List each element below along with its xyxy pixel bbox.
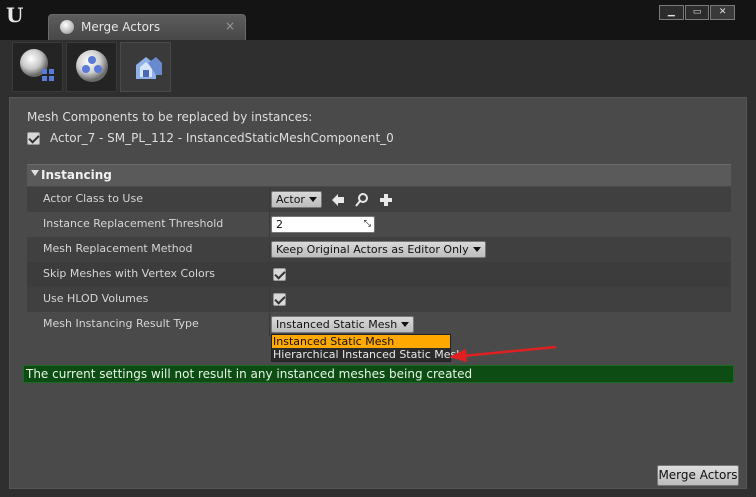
- chevron-down-icon: [472, 247, 481, 252]
- prop-label: Skip Meshes with Vertex Colors: [43, 267, 215, 280]
- merge-mesh-mode-icon: [20, 49, 54, 81]
- browse-search-icon[interactable]: [354, 192, 370, 208]
- dropdown-option-instanced[interactable]: Instanced Static Mesh: [272, 335, 450, 348]
- prop-label: Mesh Replacement Method: [43, 242, 193, 255]
- prop-row-actor-class: Actor Class to Use Actor: [27, 187, 731, 212]
- instancing-mode-icon: [136, 57, 162, 79]
- close-button[interactable]: ✕: [710, 5, 736, 20]
- combo-value: Instanced Static Mesh: [276, 318, 398, 331]
- component-checkbox[interactable]: [27, 131, 40, 145]
- title-bar: U Merge Actors × ▁ ▭ ✕: [0, 0, 756, 41]
- proxy-mesh-mode-icon: [76, 50, 108, 82]
- skip-vertex-colors-checkbox[interactable]: [273, 268, 286, 281]
- add-plus-icon[interactable]: [378, 192, 394, 208]
- merge-actors-tab-icon: [60, 20, 74, 34]
- window-controls: ▁ ▭ ✕: [659, 5, 736, 20]
- result-type-combo[interactable]: Instanced Static Mesh: [271, 316, 415, 333]
- column-divider[interactable]: [269, 237, 270, 262]
- chevron-down-icon: [401, 322, 410, 327]
- maximize-button[interactable]: ▭: [684, 5, 710, 20]
- column-divider[interactable]: [269, 187, 270, 212]
- threshold-input[interactable]: 2 ⤡: [271, 216, 375, 233]
- column-divider[interactable]: [269, 287, 270, 312]
- merge-actors-window: Mesh Components to be replaced by instan…: [0, 40, 756, 497]
- mode-tab-instancing[interactable]: [120, 42, 171, 92]
- components-heading: Mesh Components to be replaced by instan…: [27, 110, 313, 124]
- tab-merge-actors[interactable]: Merge Actors ×: [48, 14, 246, 41]
- column-divider[interactable]: [269, 262, 270, 287]
- resize-arrows-icon: ⤡: [363, 219, 371, 229]
- chevron-down-icon: [308, 197, 317, 202]
- prop-row-skip-vertex-colors: Skip Meshes with Vertex Colors: [27, 262, 731, 287]
- prop-label: Actor Class to Use: [43, 192, 143, 205]
- column-divider[interactable]: [269, 212, 270, 237]
- prop-label: Use HLOD Volumes: [43, 292, 149, 305]
- actor-class-combo[interactable]: Actor: [271, 191, 322, 208]
- use-selected-arrow-icon[interactable]: [330, 192, 346, 208]
- mode-tab-merge[interactable]: [12, 42, 63, 92]
- use-hlod-checkbox[interactable]: [273, 293, 286, 306]
- warning-banner: The current settings will not result in …: [23, 365, 734, 383]
- prop-row-threshold: Instance Replacement Threshold 2 ⤡: [27, 212, 731, 237]
- combo-value: Keep Original Actors as Editor Only: [276, 243, 469, 256]
- tab-close-icon[interactable]: ×: [225, 19, 235, 33]
- threshold-value: 2: [276, 218, 283, 231]
- combo-value: Actor: [276, 193, 305, 206]
- prop-label: Instance Replacement Threshold: [43, 217, 224, 230]
- component-label: Actor_7 - SM_PL_112 - InstancedStaticMes…: [50, 131, 394, 145]
- mode-tab-proxy[interactable]: [66, 42, 117, 92]
- unreal-logo-icon: U: [6, 3, 24, 27]
- result-type-dropdown-list: Instanced Static Mesh Hierarchical Insta…: [271, 334, 463, 362]
- tab-title: Merge Actors: [81, 20, 161, 34]
- minimize-button[interactable]: ▁: [659, 5, 684, 20]
- collapse-triangle-icon: [31, 170, 39, 176]
- dropdown-option-hierarchical[interactable]: Hierarchical Instanced Static Mesh: [272, 348, 463, 361]
- prop-row-use-hlod: Use HLOD Volumes: [27, 287, 731, 312]
- column-divider[interactable]: [269, 312, 270, 337]
- component-row: Actor_7 - SM_PL_112 - InstancedStaticMes…: [27, 129, 394, 147]
- merge-actors-button[interactable]: Merge Actors: [657, 465, 739, 486]
- prop-label: Mesh Instancing Result Type: [43, 317, 199, 330]
- prop-row-replacement-method: Mesh Replacement Method Keep Original Ac…: [27, 237, 731, 262]
- instancing-panel: Mesh Components to be replaced by instan…: [9, 97, 747, 489]
- instancing-section-header[interactable]: Instancing: [27, 164, 731, 186]
- section-title: Instancing: [41, 168, 112, 182]
- replacement-method-combo[interactable]: Keep Original Actors as Editor Only: [271, 241, 486, 258]
